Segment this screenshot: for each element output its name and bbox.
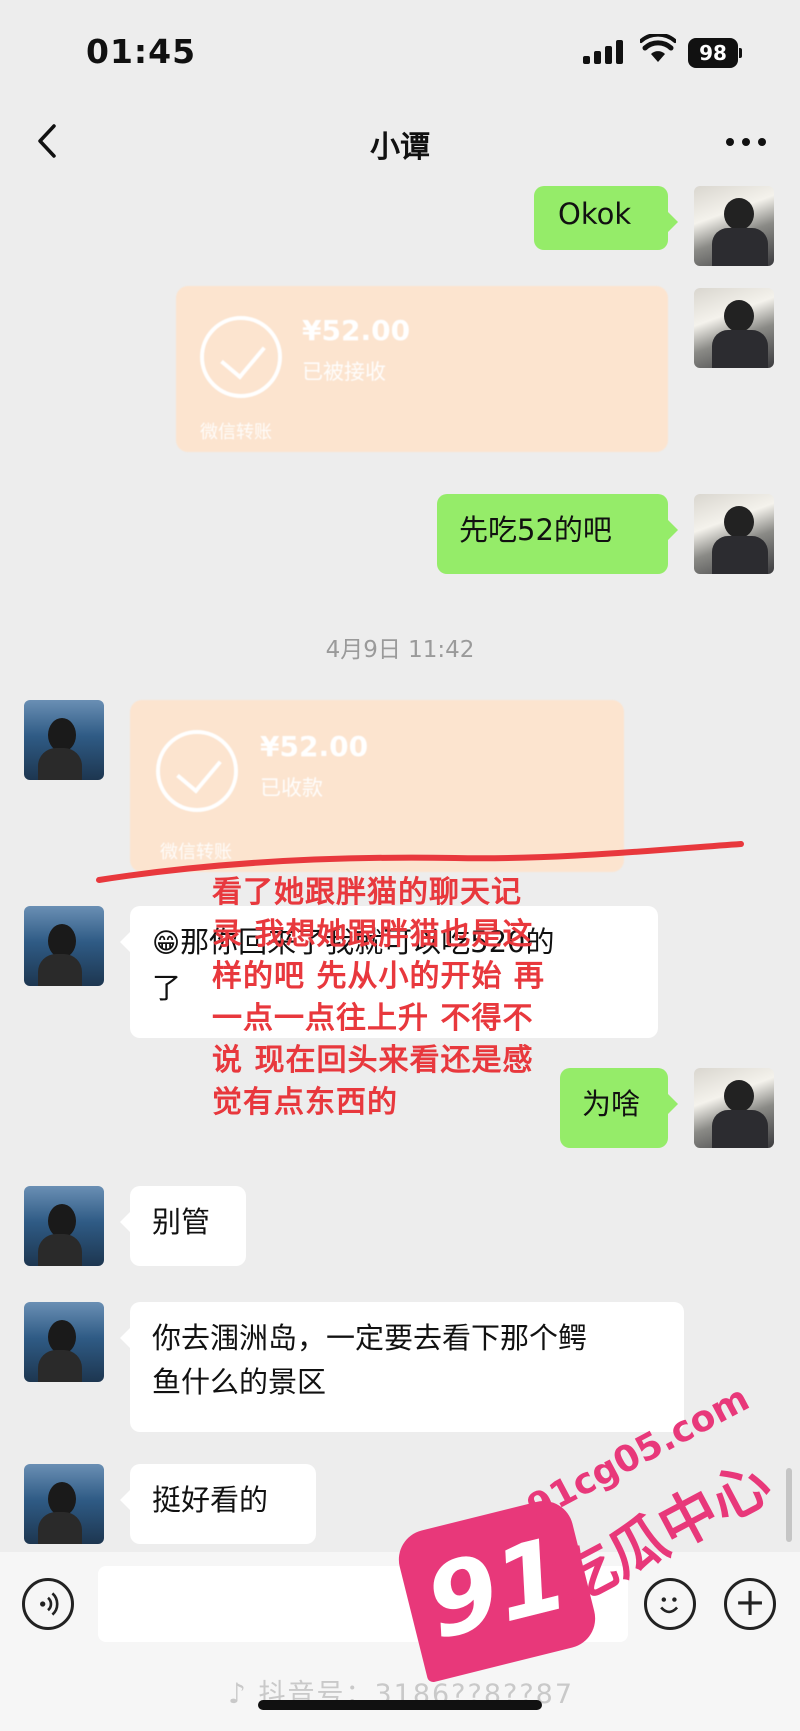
douyin-logo-icon: ♪ [228, 1677, 248, 1710]
my-avatar[interactable] [694, 288, 774, 368]
status-bar: 01:45 98 [0, 0, 800, 100]
cellular-signal-icon [583, 40, 625, 64]
more-options-icon[interactable] [722, 130, 770, 154]
status-time: 01:45 [86, 32, 197, 71]
outgoing-message[interactable]: 先吃52的吧 [437, 494, 678, 574]
annotation-line: 录 我想她跟胖猫也是这 [212, 917, 534, 952]
voice-input-icon[interactable] [22, 1578, 74, 1630]
battery-icon: 98 [688, 38, 742, 68]
annotation-text: 看了她跟胖猫的聊天记 录 我想她跟胖猫也是这 样的吧 先从小的开始 再 一点一点… [212, 872, 592, 1124]
incoming-message[interactable]: 别管 [120, 1186, 246, 1266]
chat-header: 小谭 [0, 100, 800, 182]
incoming-message[interactable]: 你去涠洲岛，一定要去看下那个鳄 鱼什么的景区 [120, 1302, 684, 1432]
contact-avatar[interactable] [24, 1186, 104, 1266]
contact-avatar[interactable] [24, 1302, 104, 1382]
transfer-amount: ¥52.00 [302, 314, 411, 347]
annotation-line: 样的吧 先从小的开始 再 [212, 959, 545, 994]
message-text: 别管 [152, 1205, 211, 1239]
chat-title: 小谭 [370, 130, 430, 165]
annotation-line: 一点一点往上升 不得不 [212, 1001, 534, 1036]
transfer-card-sent[interactable]: ¥52.00 已被接收 微信转账 [176, 286, 668, 452]
message-text: 你去涠洲岛，一定要去看下那个鳄 [152, 1321, 588, 1355]
transfer-label: 微信转账 [200, 422, 272, 443]
message-text-continued: 鱼什么的景区 [152, 1365, 327, 1399]
message-text: 先吃52的吧 [459, 513, 612, 547]
grin-emoji-icon: 😁 [152, 928, 181, 959]
transfer-status: 已收款 [260, 776, 323, 800]
message-text: 挺好看的 [152, 1483, 269, 1517]
my-avatar[interactable] [694, 1068, 774, 1148]
transfer-amount: ¥52.00 [260, 730, 369, 763]
contact-avatar[interactable] [24, 700, 104, 780]
transfer-status: 已被接收 [302, 360, 386, 384]
outgoing-message[interactable]: Okok [534, 186, 678, 250]
transfer-check-icon [200, 316, 282, 398]
my-avatar[interactable] [694, 186, 774, 266]
contact-avatar[interactable] [24, 1464, 104, 1544]
annotation-line: 说 现在回头来看还是感 [212, 1043, 534, 1078]
transfer-check-icon [156, 730, 238, 812]
annotation-line: 看了她跟胖猫的聊天记 [212, 875, 522, 910]
incoming-message[interactable]: 挺好看的 [120, 1464, 316, 1544]
chat-timestamp: 4月9日 11:42 [325, 637, 475, 663]
contact-avatar[interactable] [24, 906, 104, 986]
battery-level: 98 [688, 38, 738, 68]
message-text: Okok [558, 197, 632, 231]
site-watermark-logo: 91 91cg05.com 吃瓜中心 [390, 1378, 800, 1731]
my-avatar[interactable] [694, 494, 774, 574]
annotation-line: 觉有点东西的 [212, 1085, 398, 1120]
wifi-icon [640, 34, 676, 62]
